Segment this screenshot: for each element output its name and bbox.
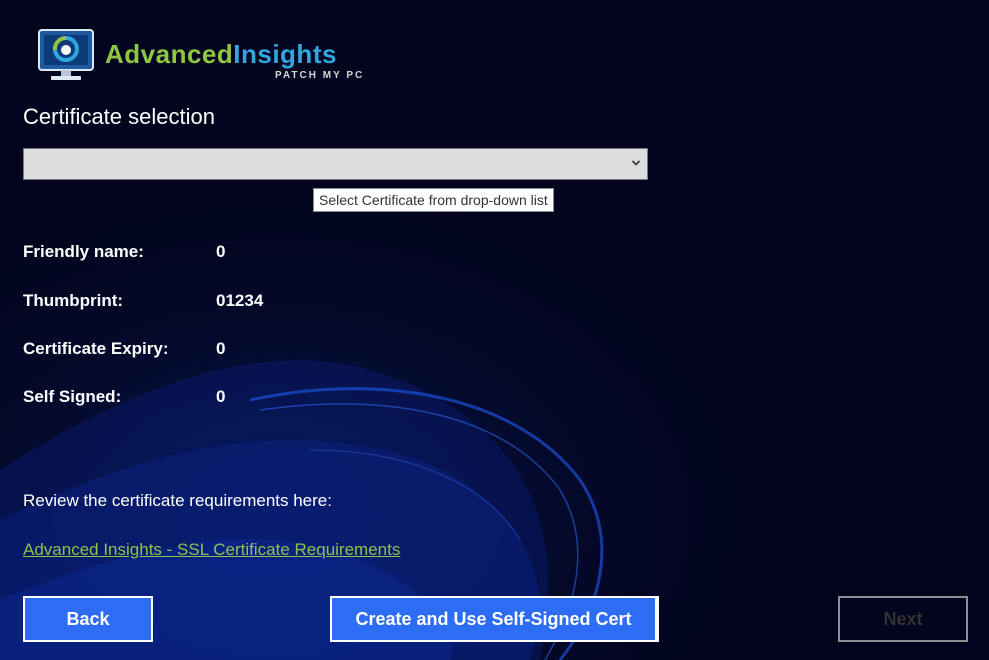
brand-word-insights: Insights bbox=[233, 39, 337, 69]
ssl-requirements-link[interactable]: Advanced Insights - SSL Certificate Requ… bbox=[23, 540, 400, 560]
brand-word-advanced: Advanced bbox=[105, 39, 234, 69]
back-button[interactable]: Back bbox=[23, 596, 153, 642]
requirements-text: Review the certificate requirements here… bbox=[23, 491, 332, 510]
chevron-down-icon bbox=[631, 160, 641, 166]
dropdown-tooltip: Select Certificate from drop-down list bbox=[313, 188, 554, 212]
thumbprint-value: 01234 bbox=[216, 291, 264, 310]
friendly-name-value: 0 bbox=[216, 242, 226, 261]
page-title: Certificate selection bbox=[23, 104, 215, 129]
friendly-name-label: Friendly name: bbox=[23, 242, 144, 261]
self-signed-label: Self Signed: bbox=[23, 387, 122, 406]
certificate-expiry-label: Certificate Expiry: bbox=[23, 339, 169, 358]
certificate-expiry-value: 0 bbox=[216, 339, 226, 358]
certificate-dropdown[interactable] bbox=[23, 148, 648, 180]
next-button[interactable]: Next bbox=[838, 596, 968, 642]
create-self-signed-cert-button[interactable]: Create and Use Self-Signed Cert bbox=[330, 596, 659, 642]
self-signed-value: 0 bbox=[216, 387, 226, 406]
brand-logo: AdvancedInsights PATCH MY PC bbox=[37, 28, 382, 86]
background-waves bbox=[0, 0, 989, 660]
brand-wordmark: AdvancedInsights bbox=[105, 39, 337, 70]
brand-subtitle: PATCH MY PC bbox=[275, 70, 365, 81]
thumbprint-label: Thumbprint: bbox=[23, 291, 124, 310]
monitor-logo-icon bbox=[38, 29, 94, 80]
